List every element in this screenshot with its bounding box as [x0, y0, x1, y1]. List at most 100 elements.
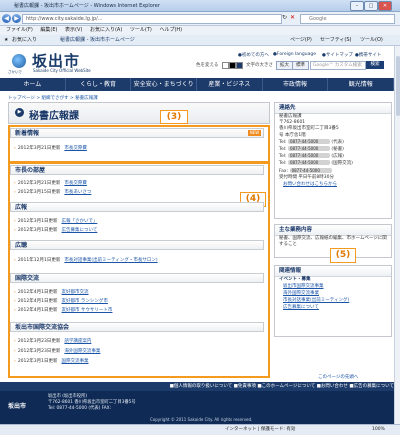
- footer-link-disclaimer[interactable]: ■免責事項: [234, 384, 256, 389]
- intl-row: › 2012年4月1日更新 友好都市 ランシング市: [14, 299, 108, 304]
- related-link-2[interactable]: 海外国際交流事業: [275, 290, 391, 297]
- new-info-link[interactable]: 市長交際費: [64, 146, 87, 151]
- global-nav: ホーム くらし・教育 安全安心・まちづくり 産業・ビジネス 市政情報 観光情報: [0, 78, 395, 91]
- site-search-input[interactable]: Google™ カスタム検索: [310, 61, 366, 70]
- contact-box: 連絡先 秘書広報課 〒762-8601 香川県坂出市室町二丁目3番5 号 本庁舎…: [274, 102, 392, 219]
- breadcrumb[interactable]: トップページ > 組織でさがす > 秘書広報課: [8, 95, 98, 101]
- related-box: 関連情報 イベント・募集 坂出市国際交流事業 海外国際交流事業 市長対話事業(出…: [274, 265, 392, 337]
- site-logo-subtitle: Sakaide City Official WebSite: [33, 68, 91, 73]
- pr-row: › 2012年3月1日更新 広告募集について: [14, 228, 98, 233]
- favorites-button[interactable]: お気に入り: [12, 36, 37, 44]
- footer: 坂出市 坂出市 (坂出市役所) 〒762-8601 香川県坂出市室町二丁目3番5…: [0, 391, 394, 424]
- tools-menu[interactable]: ツール(O): [360, 36, 383, 44]
- scrollbar-thumb[interactable]: [396, 56, 400, 116]
- refresh-icon[interactable]: ↻: [282, 14, 287, 21]
- hearing-link[interactable]: 市長対話事業(出前ミーティング・市長サロン): [64, 258, 157, 263]
- hearing-heading: 広聴: [10, 240, 264, 250]
- annotation-badge-5: (5): [330, 248, 356, 263]
- related-link-4[interactable]: 広告募集について: [275, 304, 391, 311]
- window-titlebar: 秘書広報課 - 坂出市ホームページ - Windows Internet Exp…: [0, 0, 400, 12]
- link-foreign-language[interactable]: ●Foreign language: [273, 52, 316, 57]
- assoc-link-1[interactable]: 語学講座案内: [64, 339, 91, 344]
- stop-icon[interactable]: ✕: [290, 14, 295, 21]
- link-sitemap[interactable]: ●サイトマップ: [322, 52, 353, 58]
- browser-tab[interactable]: 秘書広報課 - 坂出市ホームページ: [60, 36, 135, 44]
- intl-link-2[interactable]: 友好都市 ランシング市: [62, 299, 108, 304]
- color-white-button[interactable]: [222, 62, 229, 69]
- forward-button[interactable]: ▶: [12, 14, 21, 23]
- pr-link-2[interactable]: 広告募集について: [62, 228, 98, 233]
- font-standard-button[interactable]: 標準: [292, 61, 309, 70]
- related-link-1[interactable]: 坂出市国際交流事業: [275, 283, 391, 290]
- footer-link-about[interactable]: ■このホームページについて: [257, 384, 315, 389]
- contact-heading: 連絡先: [275, 103, 391, 114]
- gnav-safety[interactable]: 安全安心・まちづくり: [131, 78, 198, 91]
- footer-link-privacy[interactable]: ■個人情報の取り扱いについて: [170, 384, 233, 389]
- menu-bar: ファイル(F) 編集(E) 表示(V) お気に入り(A) ツール(T) ヘルプ(…: [0, 26, 400, 35]
- gnav-home[interactable]: ホーム: [0, 78, 66, 91]
- annotation-badge-3: (3): [160, 110, 188, 124]
- pr-heading: 広報: [10, 202, 264, 212]
- gnav-tourism[interactable]: 観光情報: [328, 78, 395, 91]
- menu-edit[interactable]: 編集(E): [40, 27, 57, 33]
- duties-text: 秘書、国際交流、広報紙の編集、市ホームページに関すること: [279, 236, 387, 247]
- gnav-life[interactable]: くらし・教育: [66, 78, 132, 91]
- intl-link-1[interactable]: 友好都市交流: [62, 290, 89, 295]
- footer-links: ■個人情報の取り扱いについて ■免責事項 ■このホームページについて ■お問い合…: [0, 382, 394, 391]
- favorites-bar: ★ お気に入り 秘書広報課 - 坂出市ホームページ ページ(P) セーフティ(S…: [0, 35, 400, 46]
- mayor-heading: 市長の部屋: [10, 165, 264, 175]
- pr-link-1[interactable]: 広報「さかいで」: [62, 219, 98, 224]
- minimize-button[interactable]: –: [350, 1, 364, 11]
- back-button[interactable]: ◀: [2, 14, 11, 23]
- link-mobile-site[interactable]: ●携帯サイト: [355, 52, 381, 58]
- contact-email-link[interactable]: お問い合わせはこちらから: [275, 181, 391, 188]
- mayor-row: › 2012年3月15日更新 市長あいさつ: [14, 190, 92, 195]
- intl-heading: 国際交流: [10, 273, 264, 283]
- copyright: Copyright © 2011 Sakaide City. All right…: [150, 417, 253, 422]
- color-black-button[interactable]: [229, 62, 236, 69]
- assoc-link-2[interactable]: 海外国際交流事業: [64, 349, 100, 354]
- assoc-link-3[interactable]: 国際交流事業: [62, 359, 89, 364]
- gnav-business[interactable]: 産業・ビジネス: [197, 78, 263, 91]
- footer-link-ads[interactable]: ■広告の募集について: [349, 384, 394, 389]
- footer-line-3: Tel: 0877-44-5000 (代表) FAX:: [48, 406, 112, 411]
- duties-heading: 主な業務内容: [275, 225, 391, 236]
- gnav-city-info[interactable]: 市政情報: [263, 78, 329, 91]
- menu-tools[interactable]: ツール(T): [130, 27, 152, 33]
- assoc-row: › 2012年3月1日更新 国際交流事業: [14, 359, 89, 364]
- safety-menu[interactable]: セーフティ(S): [320, 36, 351, 44]
- menu-file[interactable]: ファイル(F): [6, 27, 33, 33]
- city-logo-icon[interactable]: [12, 54, 26, 68]
- url-input[interactable]: http://www.city.sakaide.lg.jp/...: [22, 14, 282, 24]
- browser-search-input[interactable]: Google: [300, 14, 395, 24]
- color-blue-button[interactable]: [236, 62, 243, 69]
- vertical-scrollbar[interactable]: [394, 46, 400, 424]
- page-menu[interactable]: ページ(P): [290, 36, 312, 44]
- address-bar: ◀ ▶ http://www.city.sakaide.lg.jp/... ↻ …: [0, 12, 400, 26]
- pr-row: › 2012年3月1日更新 広報「さかいで」: [14, 219, 98, 224]
- menu-favorites[interactable]: お気に入り(A): [90, 27, 122, 33]
- related-heading: 関連情報: [275, 266, 391, 277]
- mayor-link-1[interactable]: 市長交際費: [64, 181, 87, 186]
- close-window-button[interactable]: ✕: [378, 1, 392, 11]
- font-size-label: 文字の大きさ: [246, 63, 273, 68]
- favorites-star-icon[interactable]: ★: [4, 36, 8, 44]
- maximize-button[interactable]: □: [364, 1, 378, 11]
- intl-link-3[interactable]: 友好都市 サウサリート市: [62, 308, 113, 313]
- related-link-3[interactable]: 市長対話事業(出前ミーティング): [275, 297, 391, 304]
- page-title-icon: ▶: [15, 108, 24, 117]
- status-bar: インターネット | 保護モード: 有効 100%: [0, 424, 400, 435]
- page-top-link[interactable]: このページの先頭へ: [318, 374, 358, 380]
- site-search-button[interactable]: 検索: [366, 61, 384, 69]
- footer-info: 坂出市 (坂出市役所) 〒762-8601 香川県坂出市室町二丁目3番5号 Te…: [48, 394, 136, 412]
- link-first-time[interactable]: ●初めての方へ: [238, 52, 269, 58]
- footer-link-contact[interactable]: ■お問い合わせ: [317, 384, 348, 389]
- new-info-row: › 2012年3月21日更新 市長交際費: [14, 146, 87, 151]
- font-large-button[interactable]: 拡大: [276, 61, 293, 70]
- hearing-row: › 2011年12月1日更新 市長対話事業(出前ミーティング・市長サロン): [14, 258, 158, 263]
- color-change-label: 色を変える: [196, 63, 219, 68]
- menu-view[interactable]: 表示(V): [65, 27, 82, 33]
- menu-help[interactable]: ヘルプ(H): [159, 27, 182, 33]
- mayor-link-2[interactable]: 市長あいさつ: [64, 190, 91, 195]
- contact-tel-4: Tel: 0877-44-5000 (国際交流): [279, 160, 353, 167]
